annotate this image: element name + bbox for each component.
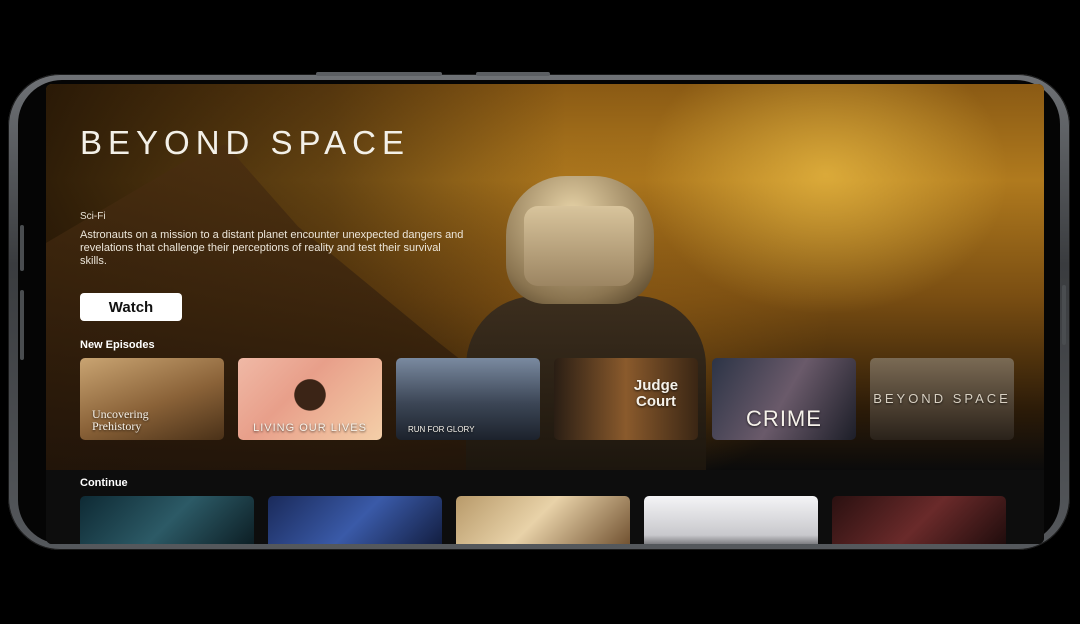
astronaut-visor [524,206,634,286]
side-button [1062,285,1066,345]
power-button [476,72,550,76]
new-episodes-heading: New Episodes [80,339,155,351]
volume-button [316,72,442,76]
continue-row [80,496,1006,544]
episode-card-title: Uncovering Prehistory [92,407,149,433]
hero-description: Astronauts on a mission to a distant pla… [80,229,464,267]
continue-heading: Continue [80,477,128,489]
side-button [20,225,24,271]
side-button [20,290,24,360]
episode-card-title: CRIME [746,406,822,431]
episode-card[interactable]: LIVING OUR LIVES [238,358,382,440]
page-title: BEYOND SPACE [80,124,410,161]
episode-card[interactable]: Judge Court [554,358,698,440]
episode-card[interactable]: CRIME [712,358,856,440]
episode-card[interactable]: RUN FOR GLORY [396,358,540,440]
continue-card[interactable] [268,496,442,544]
episode-card-title: RUN FOR GLORY [408,425,475,434]
continue-card[interactable] [644,496,818,544]
watch-button[interactable]: Watch [80,293,182,321]
new-episodes-row: Uncovering Prehistory LIVING OUR LIVES R… [80,358,1014,440]
genre-label: Sci-Fi [80,211,106,222]
episode-card-title: LIVING OUR LIVES [253,422,367,434]
app-screen: BEYOND SPACE Sci-Fi Astronauts on a miss… [46,84,1044,544]
episode-card-title: BEYOND SPACE [873,391,1011,406]
continue-card[interactable] [80,496,254,544]
episode-card-title: Judge Court [633,377,679,410]
episode-card[interactable]: BEYOND SPACE [870,358,1014,440]
continue-card[interactable] [832,496,1006,544]
episode-card[interactable]: Uncovering Prehistory [80,358,224,440]
continue-card[interactable] [456,496,630,544]
